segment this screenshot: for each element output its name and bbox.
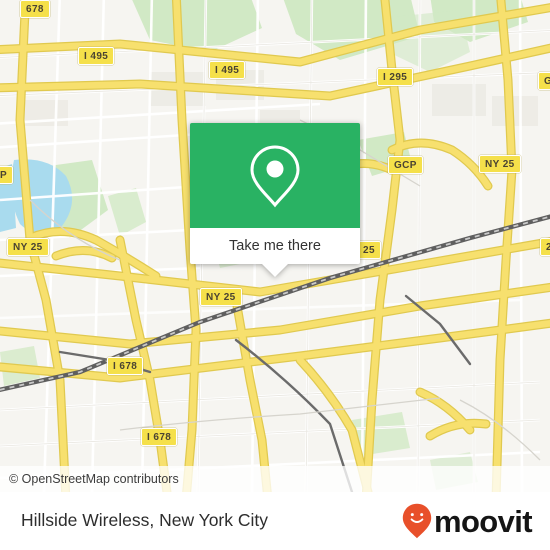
location-pin-icon (250, 144, 300, 207)
callout-icon-area (190, 123, 360, 228)
shield-gcp-west-edge: P (0, 166, 14, 184)
shield-ny-25-east-edge: 25 (540, 238, 550, 256)
callout-pointer (262, 264, 288, 277)
shield-i-678-south: I 678 (141, 428, 178, 446)
moovit-brand[interactable]: moovit (402, 503, 550, 539)
footer-bar: Hillside Wireless, New York City moovit (0, 492, 550, 550)
shield-gcp-east-edge: G (538, 72, 550, 90)
shield-i-495-center: I 495 (209, 61, 246, 79)
moovit-smiling-pin-icon (402, 503, 432, 539)
place-callout[interactable]: Take me there (190, 123, 360, 277)
shield-i-678-north: I 678 (107, 357, 144, 375)
map-screen: 678 I 495 I 495 I 295 G P GCP NY 25 NY 25 25 25 NY … (0, 0, 550, 550)
shield-i-678-top-left: 678 (20, 0, 50, 18)
osm-attribution-text[interactable]: © OpenStreetMap contributors (0, 473, 179, 486)
shield-i-495-west: I 495 (78, 47, 115, 65)
shield-ny-25-center: NY 25 (200, 288, 242, 306)
shield-gcp-center: GCP (388, 156, 423, 174)
map-viewport[interactable]: 678 I 495 I 495 I 295 G P GCP NY 25 NY 25 25 25 NY … (0, 0, 550, 492)
callout-action-bar[interactable]: Take me there (190, 228, 360, 277)
shield-ny-25-west: NY 25 (7, 238, 49, 256)
shield-ny-25-northeast: NY 25 (479, 155, 521, 173)
map-attribution-bar: © OpenStreetMap contributors (0, 466, 550, 492)
shield-ny-25-east: 25 (357, 241, 381, 259)
shield-i-295: I 295 (377, 68, 414, 86)
moovit-wordmark: moovit (433, 503, 533, 539)
place-title: Hillside Wireless, New York City (21, 510, 269, 531)
take-me-there-label: Take me there (229, 237, 321, 254)
